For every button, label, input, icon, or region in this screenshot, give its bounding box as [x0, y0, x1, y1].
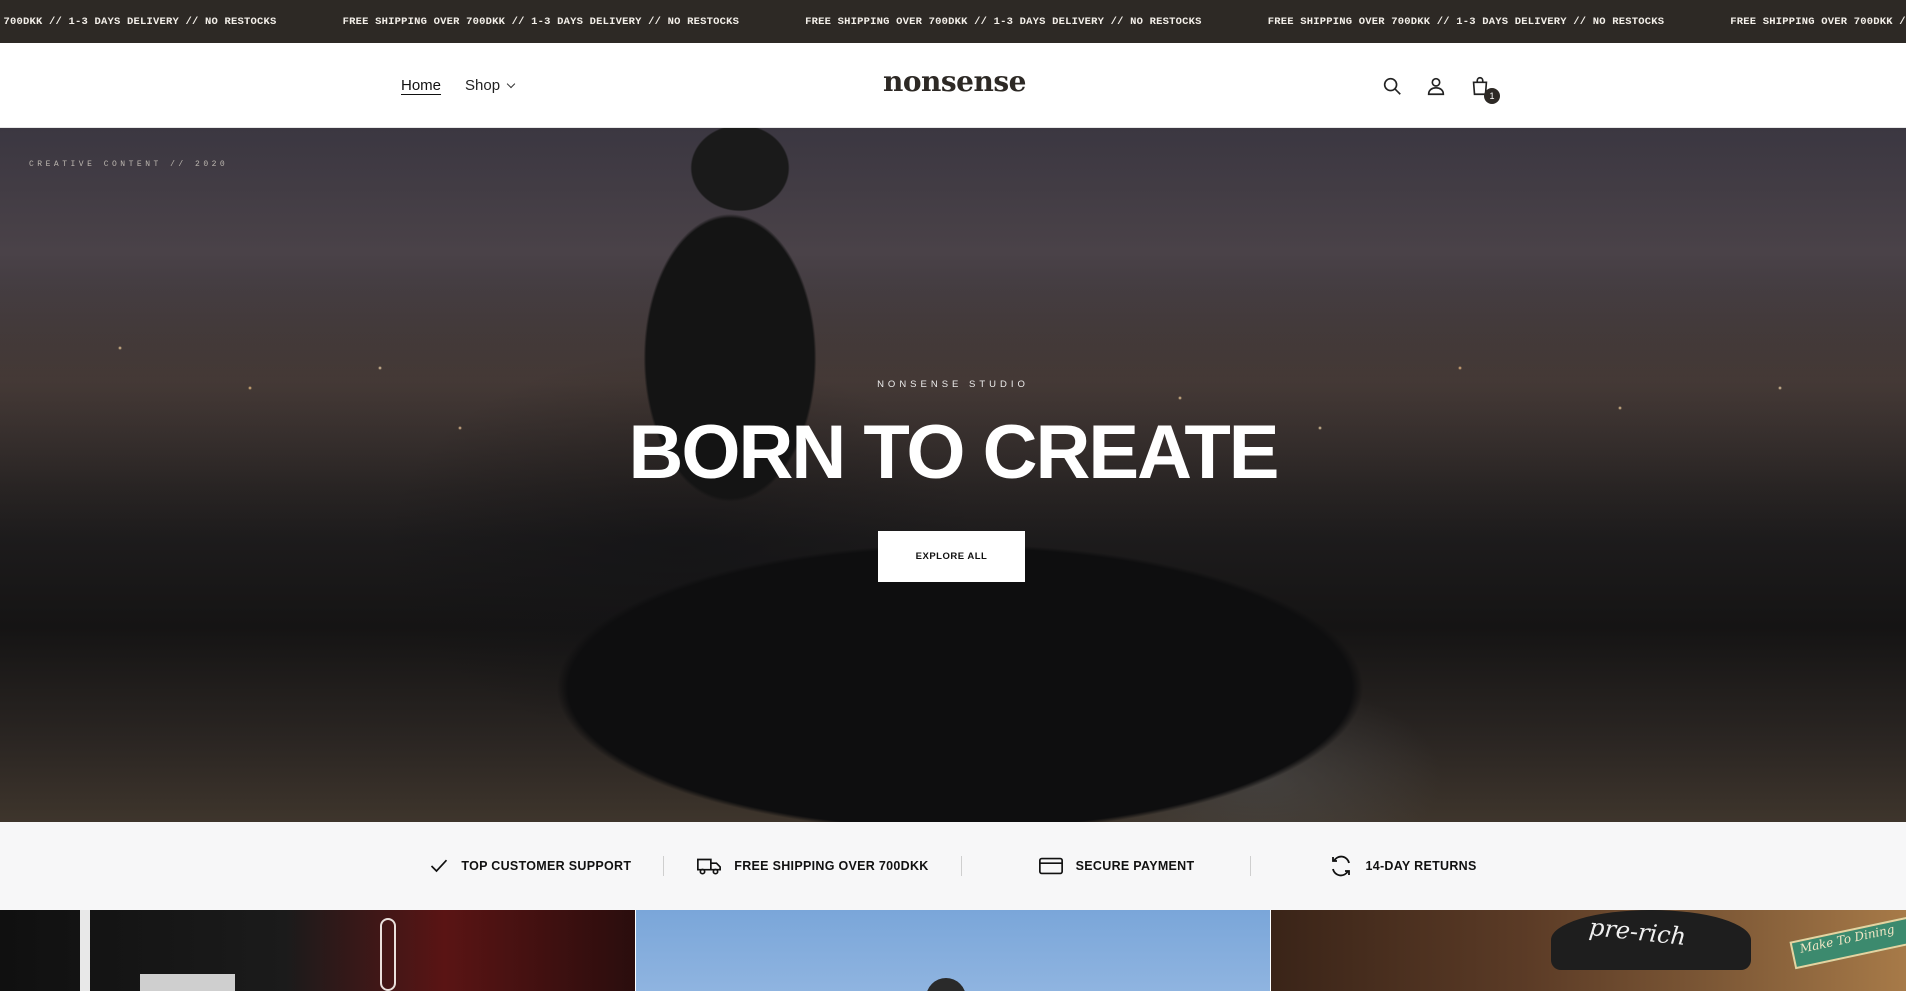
feature-support: TOP CUSTOMER SUPPORT: [397, 856, 663, 876]
check-icon: [431, 859, 448, 873]
feature-label: TOP CUSTOMER SUPPORT: [461, 859, 632, 873]
refresh-icon: [1332, 855, 1351, 877]
site-logo[interactable]: nonsense: [883, 65, 1026, 98]
announcement-item: FREE SHIPPING OVER 700DKK // 1-3 DAYS DE…: [1267, 15, 1665, 28]
features-strip: TOP CUSTOMER SUPPORT FREE SHIPPING OVER …: [0, 822, 1906, 910]
hero-subtitle: NONSENSE STUDIO: [877, 379, 1029, 390]
tile-image-detail: [380, 918, 396, 991]
account-button[interactable]: [1424, 74, 1448, 98]
collection-tile[interactable]: [635, 910, 1271, 991]
nav-home-link[interactable]: Home: [401, 77, 441, 94]
nav-home-label: Home: [401, 77, 442, 94]
truck-icon: [697, 858, 722, 875]
feature-label: FREE SHIPPING OVER 700DKK: [734, 859, 929, 873]
site-header: Home Shop nonsense 1: [0, 43, 1906, 128]
chevron-down-icon: [506, 79, 516, 88]
tile-image-detail: [925, 978, 966, 991]
announcement-item: FREE SHIPPING OVER 700DKK // 1-3 DAYS DE…: [805, 15, 1202, 28]
tile-image-detail: [80, 910, 90, 991]
collection-tiles: Make To Dining pre-rich: [0, 910, 1906, 991]
collection-tile[interactable]: [0, 910, 635, 991]
cart-count-badge: 1: [1484, 87, 1500, 104]
main-nav: Home Shop: [401, 43, 516, 128]
announcement-track: FREE SHIPPING OVER 700DKK // 1-3 DAYS DE…: [0, 0, 1906, 43]
explore-all-button[interactable]: EXPLORE ALL: [878, 531, 1025, 582]
feature-returns: 14-DAY RETURNS: [1250, 855, 1508, 877]
feature-shipping: FREE SHIPPING OVER 700DKK: [663, 856, 960, 876]
tile-image-detail: [140, 974, 235, 991]
announcement-item: FREE SHIPPING OVER 700DKK // 1-3 DAYS DE…: [0, 15, 277, 28]
cart-button[interactable]: 1: [1468, 74, 1500, 104]
credit-card-icon: [1038, 857, 1063, 875]
feature-label: SECURE PAYMENT: [1075, 859, 1195, 873]
search-button[interactable]: [1380, 74, 1404, 98]
announcement-bar: FREE SHIPPING OVER 700DKK // 1-3 DAYS DE…: [0, 0, 1906, 43]
header-icons: 1: [1380, 43, 1500, 128]
search-icon: [1383, 77, 1401, 95]
hero-eyebrow: CREATIVE CONTENT // 2020: [29, 160, 229, 169]
announcement-item: FREE SHIPPING OVER 700DKK // 1-3 DAYS DE…: [342, 15, 740, 28]
feature-payment: SECURE PAYMENT: [960, 856, 1251, 876]
collection-tile[interactable]: Make To Dining pre-rich: [1271, 910, 1906, 991]
account-icon: [1427, 77, 1445, 95]
hero-banner: CREATIVE CONTENT // 2020 NONSENSE STUDIO…: [0, 128, 1906, 822]
announcement-item: FREE SHIPPING OVER 700DKK // 1-3 DAYS DE…: [1730, 15, 1906, 28]
hero-title: BORN TO CREATE: [628, 410, 1280, 495]
feature-label: 14-DAY RETURNS: [1365, 859, 1477, 873]
hero-motorcycle-image: [400, 458, 1520, 822]
nav-shop-link[interactable]: Shop: [465, 77, 516, 94]
nav-shop-label: Shop: [465, 77, 501, 94]
